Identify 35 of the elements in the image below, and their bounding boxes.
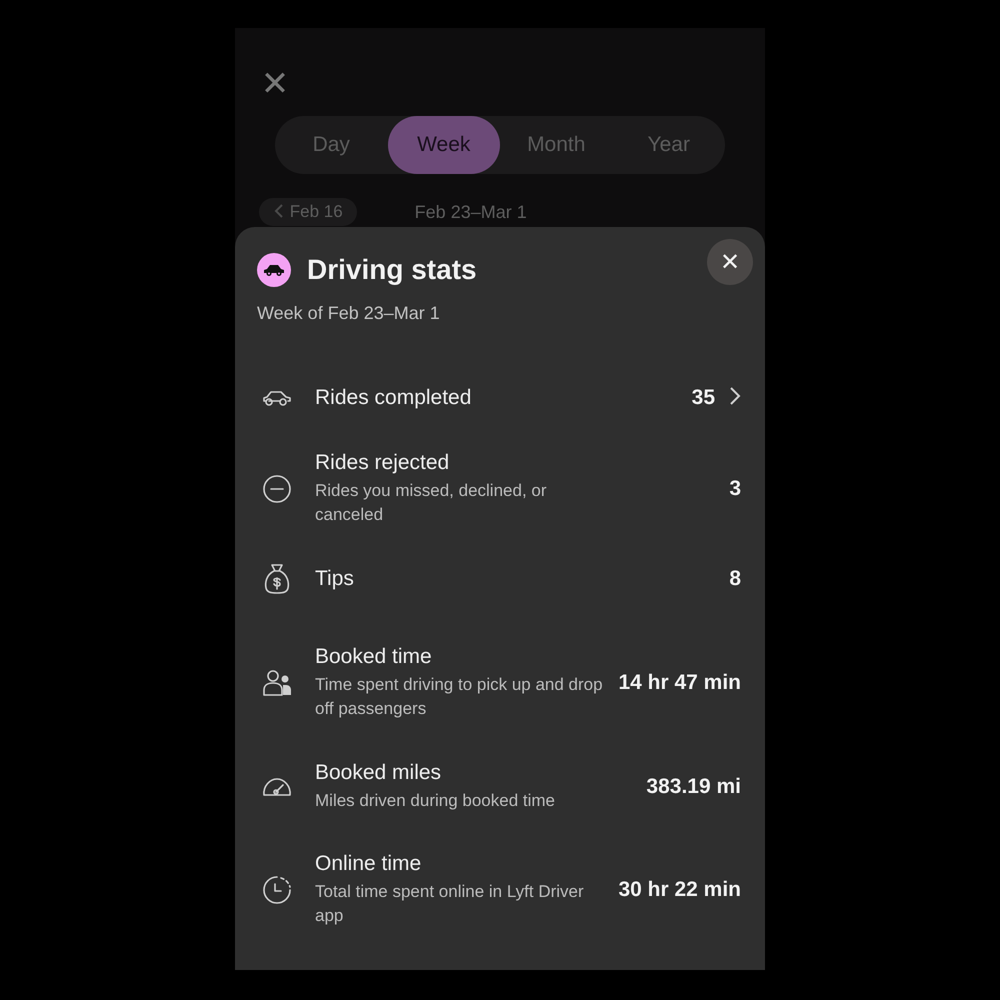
stat-label: Tips	[315, 567, 355, 591]
money-bag-icon	[263, 563, 291, 595]
stat-description: Total time spent online in Lyft Driver app	[315, 881, 585, 927]
stat-label: Booked miles	[315, 761, 442, 785]
stat-description: Time spent driving to pick up and drop off passengers	[315, 674, 604, 720]
stat-value: 8	[729, 567, 741, 591]
car-icon	[262, 388, 292, 408]
stat-label: Booked time	[315, 645, 433, 669]
close-button[interactable]: ✕	[259, 68, 291, 100]
stat-value: 35	[692, 386, 715, 410]
back-icon	[273, 204, 285, 218]
date-range: Feb 23–Mar 1	[414, 202, 527, 222]
stat-value: 3	[729, 477, 741, 501]
stat-value: 30 hr 22 min	[618, 878, 741, 902]
stat-label: Rides completed	[315, 386, 472, 410]
stat-label: Online time	[315, 852, 422, 876]
people-icon	[262, 669, 292, 697]
stat-label: Rides rejected	[315, 451, 450, 475]
minus-circle-icon	[262, 474, 292, 504]
stat-description: Miles driven during booked time	[315, 790, 556, 812]
speedometer-icon	[262, 776, 292, 798]
previous-week-button[interactable]: Feb 16	[259, 198, 357, 226]
sheet-subtitle: Week of Feb 23–Mar 1	[257, 303, 441, 324]
close-button[interactable]: ✕	[707, 239, 753, 285]
period-tab[interactable]: Day	[275, 116, 388, 174]
stat-value: 14 hr 47 min	[618, 671, 741, 695]
period-tab[interactable]: Year	[612, 116, 725, 174]
period-tab[interactable]: Month	[500, 116, 612, 174]
car-badge-icon	[257, 253, 291, 287]
chevron-right-icon[interactable]	[729, 386, 741, 406]
sheet-title: Driving stats	[307, 254, 477, 286]
period-tab[interactable]: Week	[388, 116, 500, 174]
stat-description: Rides you missed, declined, or canceled	[315, 480, 548, 526]
stat-value: 383.19 mi	[646, 775, 741, 799]
clock-icon	[262, 875, 292, 905]
